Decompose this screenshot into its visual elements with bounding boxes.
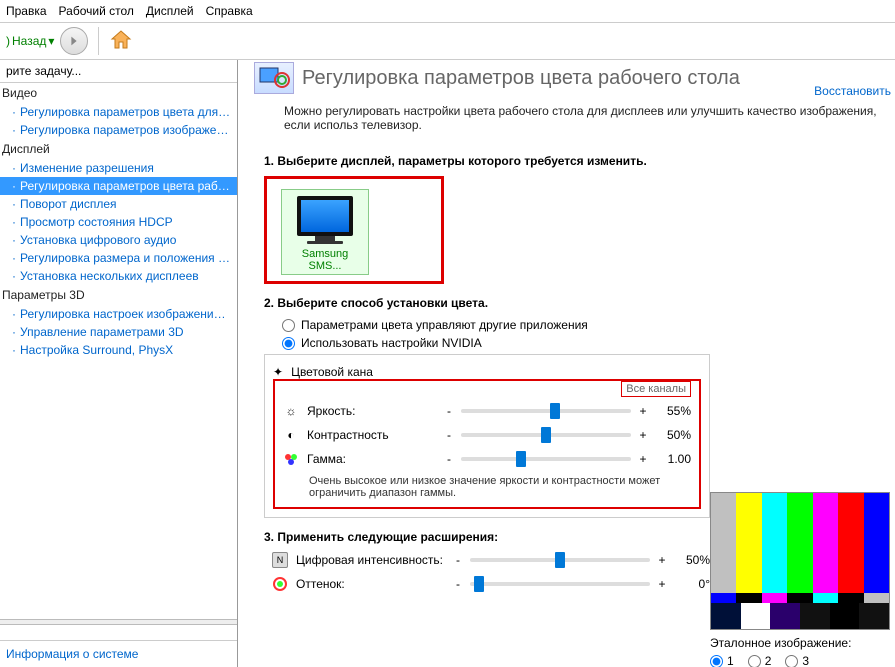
toolbar: ) Назад ▾	[0, 23, 895, 60]
ref-radio-2[interactable]: 2	[748, 654, 772, 667]
hue-slider[interactable]	[470, 582, 650, 586]
sidebar-item-3d-image[interactable]: Регулировка настроек изображения с пр	[0, 305, 237, 323]
sidebar-item-video-image[interactable]: Регулировка параметров изображения д	[0, 121, 237, 139]
color-preview-image	[710, 492, 890, 630]
brightness-minus: -	[445, 404, 453, 418]
gamma-note: Очень высокое или низкое значение яркост…	[309, 475, 691, 499]
brightness-label: Яркость:	[307, 404, 437, 418]
brightness-slider[interactable]	[461, 409, 631, 413]
home-button[interactable]	[109, 28, 133, 55]
channel-label: Цветовой кана	[291, 365, 373, 379]
display-tile-label: Samsung SMS...	[286, 248, 364, 272]
restore-defaults-link[interactable]: Восстановить	[814, 84, 891, 98]
contrast-minus: -	[445, 428, 453, 442]
brightness-icon: ☼	[283, 403, 299, 419]
sidebar-item-desktop-color[interactable]: Регулировка параметров цвета рабочег	[0, 177, 237, 195]
content-area: Регулировка параметров цвета рабочего ст…	[238, 60, 895, 667]
contrast-value: 50%	[655, 428, 691, 442]
sidebar-task-label: рите задачу...	[0, 60, 237, 83]
sidebar: рите задачу... Видео Регулировка парамет…	[0, 60, 238, 667]
sidebar-group-3d: Параметры 3D	[0, 285, 237, 305]
radio-nvidia-label: Использовать настройки NVIDIA	[301, 336, 482, 350]
hue-plus: +	[658, 577, 666, 591]
intro-text: Можно регулировать настройки цвета рабоч…	[248, 98, 895, 142]
ref-radio-1[interactable]: 1	[710, 654, 734, 667]
intensity-slider[interactable]	[470, 558, 650, 562]
sidebar-item-video-color[interactable]: Регулировка параметров цвета для вид	[0, 103, 237, 121]
channel-icon: ✦	[273, 365, 283, 379]
nav-forward-button[interactable]	[60, 27, 88, 55]
contrast-slider[interactable]	[461, 433, 631, 437]
hue-minus: -	[454, 577, 462, 591]
gamma-minus: -	[445, 452, 453, 466]
header-icon	[254, 62, 294, 94]
sidebar-group-video: Видео	[0, 83, 237, 103]
color-sliders-panel: ✦ Цветовой кана Все каналы ☼ Яркость: - …	[264, 354, 710, 518]
gamma-value: 1.00	[655, 452, 691, 466]
monitor-icon	[297, 196, 353, 236]
radio-other-apps-label: Параметрами цвета управляют другие прило…	[301, 318, 588, 332]
intensity-plus: +	[658, 553, 666, 567]
contrast-label: Контрастность	[307, 428, 437, 442]
toolbar-divider	[98, 27, 99, 55]
gamma-label: Гамма:	[307, 452, 437, 466]
menu-display[interactable]: Дисплей	[146, 4, 194, 18]
sidebar-item-digital-audio[interactable]: Установка цифрового аудио	[0, 231, 237, 249]
section1-title: 1. Выберите дисплей, параметры которого …	[264, 154, 710, 168]
page-title: Регулировка параметров цвета рабочего ст…	[302, 67, 740, 90]
intensity-icon: N	[272, 552, 288, 568]
sidebar-item-resolution[interactable]: Изменение разрешения	[0, 159, 237, 177]
sidebar-splitter[interactable]	[0, 619, 237, 625]
brightness-value: 55%	[655, 404, 691, 418]
menu-bar: Правка Рабочий стол Дисплей Справка	[0, 0, 895, 23]
ref-radio-3[interactable]: 3	[785, 654, 809, 667]
sidebar-system-info-link[interactable]: Информация о системе	[0, 640, 237, 667]
sidebar-item-hdcp[interactable]: Просмотр состояния HDCP	[0, 213, 237, 231]
intensity-minus: -	[454, 553, 462, 567]
channel-dropdown[interactable]: Все каналы	[621, 381, 691, 397]
sidebar-item-size-position[interactable]: Регулировка размера и положения рабо	[0, 249, 237, 267]
contrast-icon: ◐	[283, 427, 299, 443]
hue-value: 0°	[674, 577, 710, 591]
hue-icon	[272, 576, 288, 592]
gamma-slider[interactable]	[461, 457, 631, 461]
contrast-plus: +	[639, 428, 647, 442]
radio-other-apps[interactable]	[282, 319, 295, 332]
radio-nvidia[interactable]	[282, 337, 295, 350]
sidebar-group-display: Дисплей	[0, 139, 237, 159]
reference-image-label: Эталонное изображение:	[710, 636, 891, 650]
sidebar-item-surround[interactable]: Настройка Surround, PhysX	[0, 341, 237, 359]
display-selection-box: Samsung SMS...	[264, 176, 444, 284]
menu-help[interactable]: Справка	[206, 4, 253, 18]
nav-back-button[interactable]: ) Назад ▾	[6, 34, 54, 48]
gamma-plus: +	[639, 452, 647, 466]
menu-edit[interactable]: Правка	[6, 4, 47, 18]
brightness-plus: +	[639, 404, 647, 418]
intensity-value: 50%	[674, 553, 710, 567]
section2-title: 2. Выберите способ установки цвета.	[264, 296, 710, 310]
intensity-label: Цифровая интенсивность:	[296, 553, 446, 567]
sidebar-item-multi-display[interactable]: Установка нескольких дисплеев	[0, 267, 237, 285]
sidebar-item-rotate[interactable]: Поворот дисплея	[0, 195, 237, 213]
sidebar-item-3d-params[interactable]: Управление параметрами 3D	[0, 323, 237, 341]
hue-label: Оттенок:	[296, 577, 446, 591]
gamma-icon	[283, 451, 299, 467]
section3-title: 3. Применить следующие расширения:	[264, 530, 710, 544]
display-tile-samsung[interactable]: Samsung SMS...	[281, 189, 369, 275]
menu-desktop[interactable]: Рабочий стол	[59, 4, 134, 18]
